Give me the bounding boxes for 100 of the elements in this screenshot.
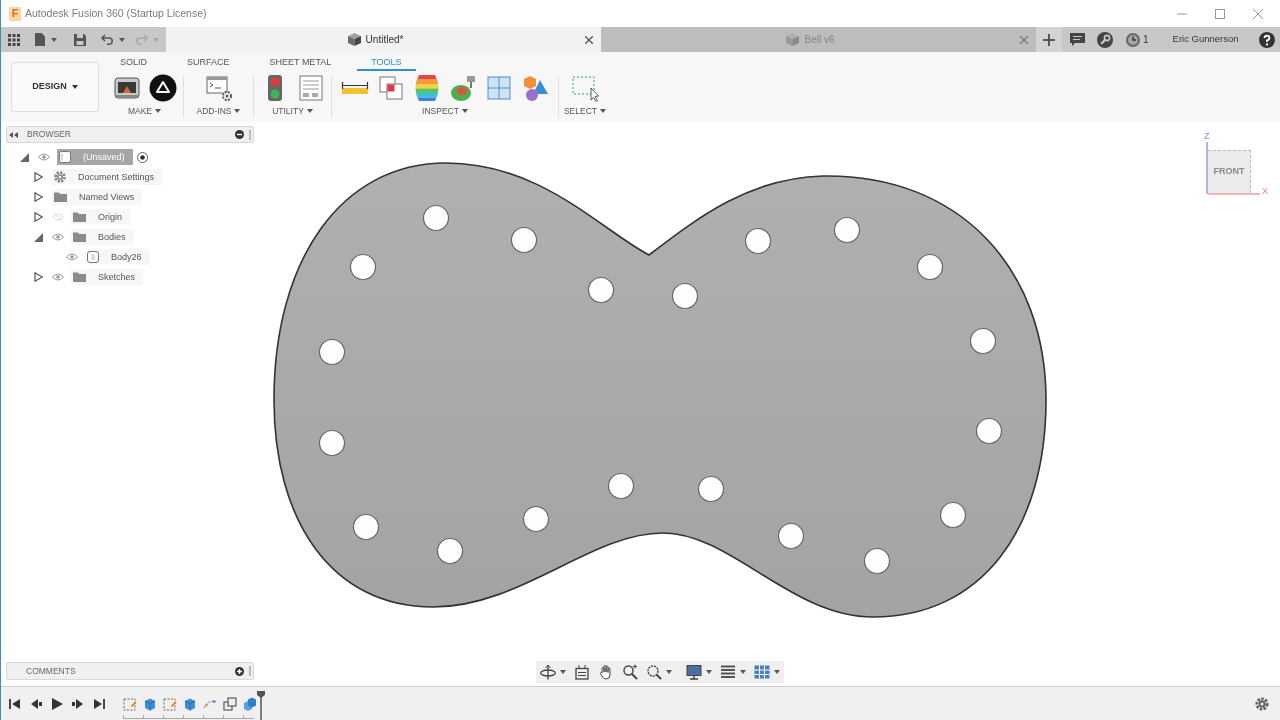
eye-icon[interactable] xyxy=(66,253,78,261)
printer-icon[interactable] xyxy=(112,74,141,102)
hole xyxy=(969,327,997,355)
caret-icon[interactable] xyxy=(461,109,468,114)
eye-icon[interactable] xyxy=(52,233,64,241)
close-icon[interactable] xyxy=(585,35,593,44)
plus-circle-icon[interactable] xyxy=(235,666,244,676)
close-icon[interactable] xyxy=(1253,8,1263,19)
tree-item[interactable]: Document Settings xyxy=(52,169,163,185)
hole xyxy=(939,501,967,529)
triangle-circle-icon[interactable] xyxy=(148,74,177,102)
script-gear-icon[interactable] xyxy=(204,74,233,102)
eye-icon[interactable] xyxy=(52,273,64,281)
folder-icon xyxy=(73,212,86,222)
caret-icon[interactable] xyxy=(740,670,746,674)
orbit-icon[interactable] xyxy=(540,664,556,680)
minus-circle-icon[interactable] xyxy=(235,130,244,139)
component-icon xyxy=(59,151,71,163)
caret-icon[interactable] xyxy=(234,109,241,114)
hole xyxy=(697,475,725,503)
gear-icon xyxy=(54,171,66,183)
app-logo: F xyxy=(9,6,21,21)
browser-title: BROWSER xyxy=(27,130,71,139)
radio-icon[interactable] xyxy=(136,151,148,163)
skip-start-icon[interactable] xyxy=(9,697,21,710)
save-icon[interactable] xyxy=(74,33,86,46)
hole xyxy=(744,227,772,255)
toolbar-tab[interactable]: SURFACE xyxy=(173,56,244,71)
expander-icon[interactable] xyxy=(33,172,43,182)
tree-item[interactable]: Named Views xyxy=(52,189,143,205)
tool-group-menu[interactable]: MAKE xyxy=(127,107,162,116)
select-box-icon[interactable] xyxy=(571,74,599,102)
tool-group-menu[interactable]: SELECT xyxy=(563,107,607,116)
document-tab[interactable]: Untitled* xyxy=(166,27,601,52)
tool-group-menu[interactable]: ADD-INS xyxy=(196,107,241,116)
gear-icon[interactable] xyxy=(1255,696,1269,711)
new-tab-button[interactable] xyxy=(1036,27,1062,52)
skip-end-icon[interactable] xyxy=(93,697,105,710)
expander-icon[interactable] xyxy=(33,232,43,242)
help-icon[interactable] xyxy=(1258,31,1275,48)
grid-icon[interactable] xyxy=(8,33,20,46)
interference-icon[interactable] xyxy=(377,74,405,102)
wrench-icon[interactable] xyxy=(1097,31,1113,48)
maximize-icon[interactable] xyxy=(1215,8,1225,19)
play-icon[interactable] xyxy=(51,697,63,710)
chat-icon[interactable] xyxy=(1070,33,1085,46)
step-back-icon[interactable] xyxy=(30,697,42,710)
hole xyxy=(510,226,538,254)
caret-icon[interactable] xyxy=(666,670,672,674)
workspace-dropdown[interactable]: DESIGN xyxy=(11,62,99,112)
stripes-icon[interactable] xyxy=(413,74,441,102)
box-icon[interactable] xyxy=(183,697,197,711)
tool-group-menu[interactable]: UTILITY xyxy=(272,107,313,116)
toolbar-tab[interactable]: SOLID xyxy=(106,56,161,71)
zoom-icon[interactable] xyxy=(622,664,638,680)
expander-icon[interactable] xyxy=(19,152,29,162)
hole xyxy=(318,338,346,366)
job-status-button[interactable]: 1 xyxy=(1126,27,1149,52)
tree-item[interactable]: Body26 xyxy=(85,249,150,265)
hole xyxy=(671,282,699,310)
expander-icon[interactable] xyxy=(33,212,43,222)
z-axis xyxy=(1206,142,1208,194)
caret-icon[interactable] xyxy=(560,670,566,674)
hole xyxy=(607,472,635,500)
tree-item[interactable]: Origin xyxy=(71,209,130,225)
tree-item[interactable]: Sketches xyxy=(71,269,144,285)
window-title: Autodesk Fusion 360 (Startup License) xyxy=(25,5,207,21)
caret-icon[interactable] xyxy=(706,670,712,674)
display-grid-icon[interactable] xyxy=(754,665,770,679)
tool-group-menu[interactable]: INSPECT xyxy=(422,107,468,116)
double-arrow-icon[interactable] xyxy=(9,131,18,138)
caret-icon[interactable] xyxy=(600,109,607,114)
user-menu[interactable]: Eric Gunnerson xyxy=(1172,27,1239,52)
hole xyxy=(975,417,1003,445)
zoom-window-icon[interactable] xyxy=(646,664,662,680)
caret-icon[interactable] xyxy=(71,85,78,89)
expander-icon[interactable] xyxy=(33,272,43,282)
shapes-icon[interactable] xyxy=(521,74,549,102)
boxes-icon[interactable] xyxy=(243,697,257,711)
toolbar-tab[interactable]: TOOLS xyxy=(357,56,416,71)
caret-icon[interactable] xyxy=(155,109,162,114)
caret-icon[interactable] xyxy=(306,109,313,114)
eye-icon[interactable] xyxy=(38,153,50,161)
box-icon[interactable] xyxy=(143,697,157,711)
undo-icon[interactable] xyxy=(101,34,114,45)
toolbar-tab[interactable]: SHEET METAL xyxy=(255,56,346,71)
copy-icon[interactable] xyxy=(223,697,237,711)
hand-icon[interactable] xyxy=(598,664,614,680)
expander-icon[interactable] xyxy=(33,192,43,202)
monitor-icon[interactable] xyxy=(686,664,702,680)
look-at-icon[interactable] xyxy=(574,664,590,680)
folder-icon xyxy=(73,232,86,242)
step-forward-icon[interactable] xyxy=(72,697,84,710)
timeline-marker[interactable] xyxy=(257,691,265,720)
blob-icon[interactable] xyxy=(449,74,477,102)
caret-icon[interactable] xyxy=(774,670,780,674)
tree-item[interactable]: Bodies xyxy=(71,229,134,245)
file-icon[interactable] xyxy=(35,33,45,46)
body-icon xyxy=(87,251,99,263)
lines-icon[interactable] xyxy=(720,664,736,680)
